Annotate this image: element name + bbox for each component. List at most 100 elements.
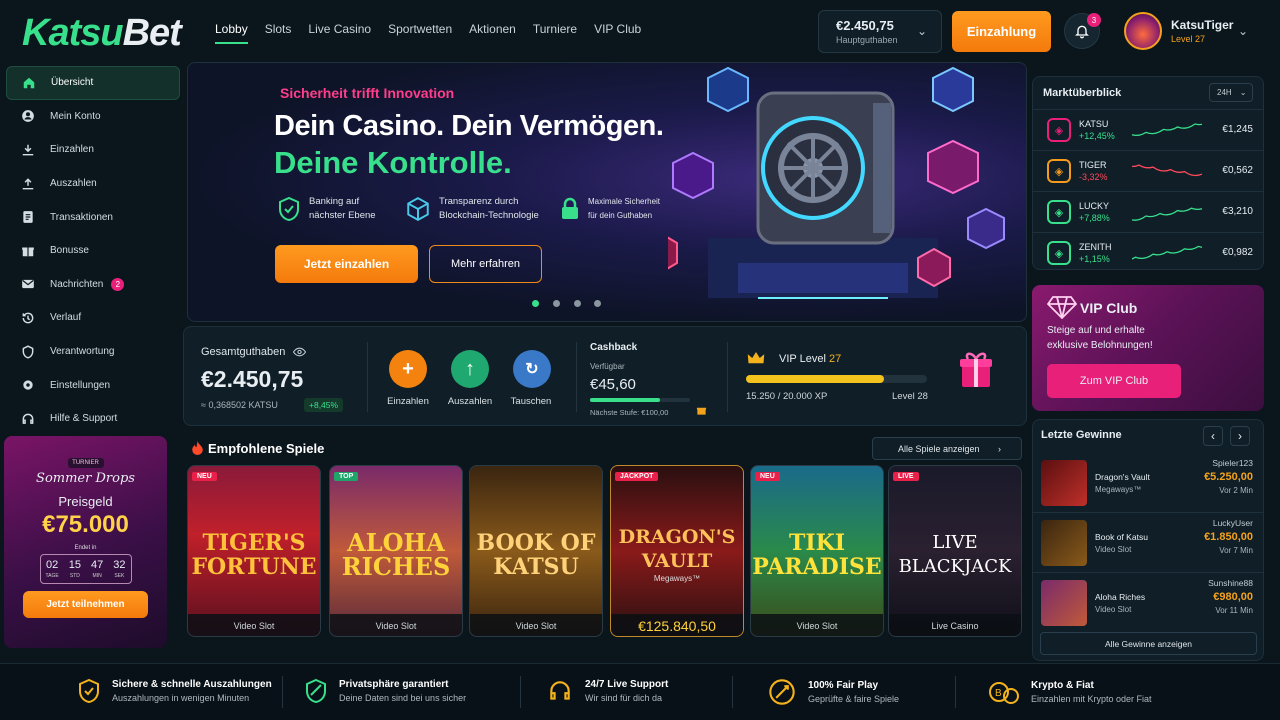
- crypto-balance: ≈ 0,368502 KATSU: [201, 400, 278, 410]
- game-card-dragons-vault[interactable]: JACKPOT DRAGON'S VAULT Megaways™ €125.840…: [610, 465, 744, 637]
- countdown-days: 02 TAGE: [46, 559, 59, 583]
- balance-dropdown[interactable]: €2.450,75 Hauptguthaben ⌄: [818, 10, 942, 53]
- sidebar-item-bonusse[interactable]: Bonusse: [6, 234, 180, 268]
- feature-line: für dein Guthaben: [588, 211, 653, 220]
- divider: [520, 676, 521, 708]
- countdown-value: 32: [113, 559, 126, 571]
- nav-vip-club[interactable]: VIP Club: [594, 22, 641, 44]
- carousel-dot-4[interactable]: [594, 300, 601, 307]
- vip-club-text-2: exklusive Belohnungen!: [1047, 340, 1153, 351]
- winner-row[interactable]: Book of Katsu Video Slot LuckyUser €1.850,0…: [1033, 513, 1263, 573]
- mail-icon: [20, 276, 36, 292]
- market-title: Marktüberblick: [1043, 87, 1122, 99]
- lock-icon: [562, 197, 578, 219]
- swap-action-button[interactable]: ↻: [513, 350, 551, 388]
- nav-live-casino[interactable]: Live Casino: [308, 22, 371, 44]
- winner-info-block: Sunshine88 €980,00 Vor 11 Min: [1208, 578, 1253, 615]
- deposit-action-button[interactable]: +: [389, 350, 427, 388]
- divider: [367, 342, 368, 412]
- vip-club-button[interactable]: Zum VIP Club: [1047, 364, 1181, 398]
- sidebar-item-einstellungen[interactable]: Einstellungen: [6, 368, 180, 402]
- prize-amount: €75.000: [42, 511, 129, 538]
- footer-text: Sichere & schnelle Auszahlungen Auszahlun…: [112, 679, 272, 703]
- nav-slots[interactable]: Slots: [265, 22, 292, 44]
- nav-turniere[interactable]: Turniere: [533, 22, 577, 44]
- sidebar-item-auszahlen[interactable]: Auszahlen: [6, 167, 180, 201]
- sidebar: Übersicht Mein Konto Einzahlen Auszahlen…: [6, 66, 180, 436]
- winner-game-type: Video Slot: [1095, 605, 1132, 614]
- sidebar-item-hilfe[interactable]: Hilfe & Support: [6, 402, 180, 436]
- zenith-token-icon: ◈: [1047, 241, 1071, 265]
- hero-deposit-button[interactable]: Jetzt einzahlen: [275, 245, 418, 283]
- username[interactable]: KatsuTiger: [1171, 18, 1233, 32]
- market-row[interactable]: ◈ LUCKY +7,88% €3,210: [1033, 191, 1263, 232]
- withdraw-action-button[interactable]: ↑: [451, 350, 489, 388]
- learn-more-button[interactable]: Mehr erfahren: [429, 245, 542, 283]
- countdown-value: 15: [68, 559, 81, 571]
- plus-icon: +: [402, 357, 414, 380]
- user-menu-chevron-icon[interactable]: ⌄: [1238, 24, 1248, 38]
- nav-lobby[interactable]: Lobby: [215, 22, 248, 44]
- game-card-book-of-katsu[interactable]: BOOK OF KATSU Video Slot: [469, 465, 603, 637]
- countdown-timer: 02 TAGE 15 STD 47 MIN 32 SEK: [39, 554, 132, 584]
- game-card-live-blackjack[interactable]: LIVE LIVE BLACKJACK Live Casino: [888, 465, 1022, 637]
- all-winners-button[interactable]: Alle Gewinne anzeigen: [1040, 632, 1257, 655]
- nav-aktionen[interactable]: Aktionen: [469, 22, 516, 44]
- divider: [576, 342, 577, 412]
- logo[interactable]: KatsuBet: [22, 12, 182, 55]
- sidebar-item-mein-konto[interactable]: Mein Konto: [6, 100, 180, 134]
- sidebar-item-verlauf[interactable]: Verlauf: [6, 301, 180, 335]
- sidebar-item-transaktionen[interactable]: Transaktionen: [6, 200, 180, 234]
- winners-next-button[interactable]: ›: [1230, 426, 1250, 446]
- period-dropdown[interactable]: 24H ⌄: [1209, 83, 1253, 102]
- deposit-action-label: Einzahlen: [387, 396, 429, 407]
- winner-row[interactable]: Aloha Riches Video Slot Sunshine88 €980,00 V…: [1033, 573, 1263, 633]
- headset-icon: [550, 681, 570, 700]
- hero-feature-security: Maximale Sicherheit für dein Guthaben: [560, 195, 660, 223]
- game-card-tiki-paradise[interactable]: NEU TIKI PARADISE Video Slot: [750, 465, 884, 637]
- carousel-dot-1[interactable]: [532, 300, 539, 307]
- market-row[interactable]: ◈ TIGER -3,32% €0,562: [1033, 150, 1263, 191]
- winners-prev-button[interactable]: ‹: [1203, 426, 1223, 446]
- market-change: +12,45%: [1079, 131, 1115, 141]
- all-games-button[interactable]: Alle Spiele anzeigen ›: [872, 437, 1022, 460]
- eye-icon[interactable]: [293, 347, 306, 357]
- avatar[interactable]: [1124, 12, 1162, 50]
- sidebar-item-label: Hilfe & Support: [50, 413, 118, 425]
- svg-text:B: B: [995, 688, 1002, 699]
- winner-row[interactable]: Dragon's Vault Megaways™ Spieler123 €5.250,…: [1033, 453, 1263, 513]
- market-row[interactable]: ◈ ZENITH +1,15% €0,982: [1033, 232, 1263, 273]
- shield-check-icon: [79, 678, 99, 704]
- messages-count-badge: 2: [111, 277, 125, 291]
- hero-kicker: Sicherheit trifft Innovation: [280, 85, 455, 101]
- logo-text-bet: Bet: [122, 12, 182, 54]
- sidebar-item-einzahlen[interactable]: Einzahlen: [6, 133, 180, 167]
- deposit-button[interactable]: Einzahlung: [952, 11, 1051, 52]
- sidebar-item-verantwortung[interactable]: Verantwortung: [6, 335, 180, 369]
- winner-game-type: Video Slot: [1095, 544, 1132, 554]
- divider: [282, 676, 283, 708]
- sidebar-item-uebersicht[interactable]: Übersicht: [6, 66, 180, 100]
- sidebar-item-label: Mein Konto: [50, 110, 101, 122]
- tiger-token-icon: ◈: [1047, 159, 1071, 183]
- game-card-aloha-riches[interactable]: TOP ALOHA RICHES Video Slot: [329, 465, 463, 637]
- sidebar-item-nachrichten[interactable]: Nachrichten 2: [6, 268, 180, 302]
- vip-next-level: Level 28: [892, 391, 928, 402]
- hero-feature-blockchain: Transparenz durch Blockchain-Technologie: [405, 195, 539, 223]
- join-tournament-button[interactable]: Jetzt teilnehmen: [23, 591, 148, 618]
- tournament-promo-card[interactable]: TURNIER Sommer Drops Preisgeld €75.000 E…: [4, 436, 167, 648]
- sparkline: [1132, 245, 1202, 260]
- shield-check-icon: [279, 196, 299, 222]
- privacy-shield-icon: [306, 678, 326, 704]
- vip-xp: 15.250 / 20.000 XP: [746, 391, 828, 402]
- divider: [955, 676, 956, 708]
- game-card-tigers-fortune[interactable]: NEU TIGER'S FORTUNE Video Slot: [187, 465, 321, 637]
- winner-game-type: Megaways™: [1095, 484, 1142, 494]
- carousel-dot-3[interactable]: [574, 300, 581, 307]
- vault-illustration: [668, 66, 1005, 299]
- nav-sportwetten[interactable]: Sportwetten: [388, 22, 452, 44]
- footer-text: 24/7 Live Support Wir sind für dich da: [585, 679, 668, 703]
- market-row[interactable]: ◈ KATSU +12,45% €1,245: [1033, 109, 1263, 150]
- winner-amount: €1.850,00: [1204, 531, 1253, 543]
- carousel-dot-2[interactable]: [553, 300, 560, 307]
